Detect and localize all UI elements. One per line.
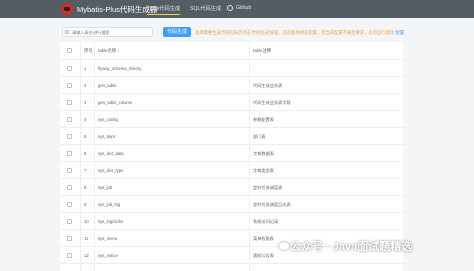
row-index: 10 [84,218,89,224]
row-checkbox[interactable] [67,185,72,190]
row-checkbox[interactable] [67,168,72,173]
table-row[interactable]: 10 sys_logininfor 系统访问记录 [60,213,403,230]
logo-icon [61,3,73,15]
table-row[interactable]: 3 gen_table_column 代码生成业务表字段 [60,94,403,111]
row-table-comment: 菜单权限表 [253,235,274,241]
row-checkbox[interactable] [67,83,72,88]
table-row[interactable]: 7 sys_dict_type 字典类型表 [60,162,403,179]
row-index: 2 [84,82,87,88]
table-row[interactable]: 2 gen_table 代码生成业务表 [60,77,403,94]
row-index: 3 [84,99,87,105]
table-list: 序号 table名称 ↕ table注释 1 flyway_schema_hist… [60,42,403,271]
table-row[interactable]: 5 sys_dept 部门表 [60,128,403,145]
row-table-name: sys_dept [98,133,115,139]
table-row[interactable]: 9 sys_job_log 定时任务调度日志表 [60,196,403,213]
row-checkbox[interactable] [67,134,72,139]
header-table-comment: table注释 [253,48,272,53]
row-table-name: gen_table [98,82,117,88]
table-row[interactable]: 6 sys_dict_data 字典数据表 [60,145,403,162]
select-all-checkbox[interactable] [67,48,72,53]
row-table-comment: 代码生成业务表字段 [253,99,291,105]
row-table-name: sys_config [98,116,118,122]
row-table-name: sys_job_log [98,201,121,207]
row-checkbox[interactable] [67,100,72,105]
table-row[interactable]: 4 sys_config 参数配置表 [60,111,403,128]
row-table-name: sys_notice [98,252,118,258]
row-table-name: sys_logininfor [98,218,124,224]
row-index: 6 [84,150,87,156]
config-link[interactable]: 配置 [396,30,405,35]
github-icon [227,5,233,11]
hint-message: 选择需要生成代码的表后点击'代码生成'按钮，首次使用请先配置，若当前配置不满足要… [195,30,395,35]
row-checkbox[interactable] [67,236,72,241]
search-icon [65,30,69,34]
row-table-comment: 通知公告表 [253,252,274,258]
row-table-comment: 参数配置表 [253,116,274,122]
row-table-comment: 字典类型表 [253,167,274,173]
row-table-comment: 代码生成业务表 [253,82,283,88]
row-checkbox[interactable] [67,66,72,71]
row-table-name: gen_table_column [98,99,133,105]
hint-text: 选择需要生成代码的表后点击'代码生成'按钮，首次使用请先配置，若当前配置不满足要… [195,30,404,36]
wechat-icon [279,242,289,250]
generate-code-button[interactable]: 代码生成 [163,27,191,37]
row-table-comment: 系统访问记录 [253,218,279,224]
row-table-name: sys_job [98,184,113,190]
app-title: Mybatis-Plus代码生成器 [77,5,158,14]
watermark: 公众号 · Java面试题精选 [290,241,413,253]
row-table-comment: 字典数据表 [253,150,274,156]
row-index: 5 [84,133,87,139]
row-index: 9 [84,201,87,207]
search-input[interactable] [62,27,153,37]
row-index: 1 [84,65,87,71]
nav-item-github[interactable]: Github [236,5,251,11]
row-table-comment: 定时任务调度日志表 [253,201,291,207]
row-index: 12 [84,252,89,258]
nav-item-table-codegen[interactable]: Table代码生成 [147,5,181,15]
row-index: 4 [84,116,87,122]
row-table-name: sys_dict_type [98,167,124,173]
row-checkbox[interactable] [67,202,72,207]
table-row[interactable]: 8 sys_job 定时任务调度表 [60,179,403,196]
row-table-name: sys_menu [98,235,118,241]
header-table-name[interactable]: table名称 ↕ [98,48,120,54]
row-index: 8 [84,184,87,190]
table-row[interactable]: 1 flyway_schema_history [60,60,403,77]
nav-item-sql-codegen[interactable]: SQL代码生成 [190,5,221,12]
row-checkbox[interactable] [67,117,72,122]
row-table-comment: 定时任务调度表 [253,184,283,190]
top-navbar: Mybatis-Plus代码生成器 Table代码生成 SQL代码生成 Gith… [0,0,474,18]
row-index: 7 [84,167,87,173]
row-table-name: sys_dict_data [98,150,124,156]
row-checkbox[interactable] [67,219,72,224]
row-table-name: flyway_schema_history [98,65,142,71]
table-header: 序号 table名称 ↕ table注释 [60,42,403,60]
header-index: 序号 [84,48,93,53]
row-checkbox[interactable] [67,151,72,156]
row-checkbox[interactable] [67,253,72,258]
row-index: 11 [84,235,89,241]
row-table-comment: 部门表 [253,133,266,139]
